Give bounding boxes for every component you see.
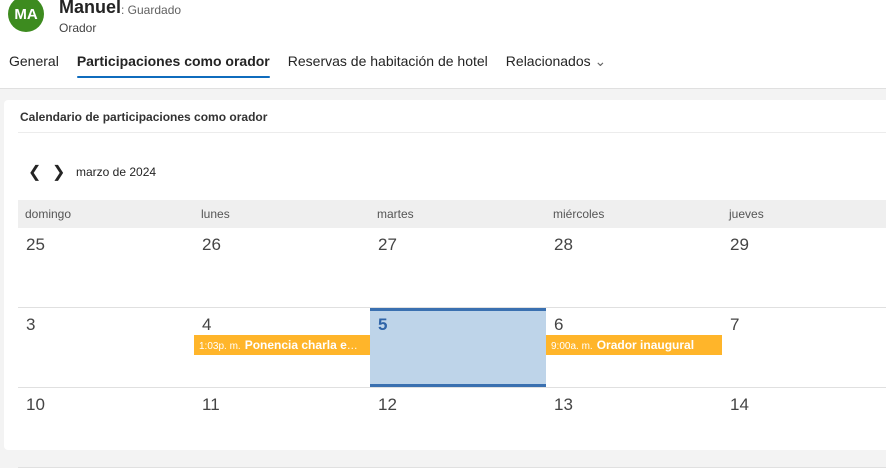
day-cell[interactable]: 26 — [194, 228, 370, 307]
event-time: 1:03p. m. — [199, 341, 241, 352]
event-time: 9:00a. m. — [551, 341, 593, 352]
weekday: miércoles — [553, 207, 605, 221]
weekday: lunes — [201, 207, 230, 221]
calendar-grid: domingo lunes martes miércoles jueves 25… — [18, 200, 886, 468]
tab-general[interactable]: General — [9, 53, 59, 78]
event-title: Ponencia charla educativa — [244, 338, 370, 352]
day-cell[interactable]: 3 — [18, 308, 194, 387]
day-cell[interactable]: 29 — [722, 228, 886, 307]
month-nav: ❮ ❯ marzo de 2024 — [28, 162, 156, 182]
save-status: : Guardado — [121, 3, 182, 17]
week-row: 10 11 12 13 14 — [18, 388, 886, 468]
day-cell[interactable]: 14 — [722, 388, 886, 467]
day-number: 7 — [730, 315, 740, 334]
divider — [18, 132, 886, 133]
weekday: domingo — [25, 207, 72, 221]
day-number: 3 — [26, 315, 36, 334]
day-cell[interactable]: 11 — [194, 388, 370, 467]
day-cell-today[interactable]: 5 — [370, 308, 546, 387]
weekday: jueves — [729, 207, 764, 221]
day-cell[interactable]: 12 — [370, 388, 546, 467]
month-label: marzo de 2024 — [76, 165, 157, 179]
chevron-down-icon: ⌄ — [594, 53, 607, 69]
chevron-left-icon[interactable]: ❮ — [28, 162, 52, 182]
record-header: MA Manuel : Guardado Orador General Part… — [0, 0, 886, 89]
tab-label: Relacionados — [505, 53, 591, 69]
day-cell[interactable]: 25 — [18, 228, 194, 307]
tab-relacionados[interactable]: Relacionados ⌄ — [506, 53, 606, 78]
day-cell[interactable]: 13 — [546, 388, 722, 467]
day-number: 6 — [554, 315, 564, 334]
chevron-right-icon[interactable]: ❯ — [52, 162, 76, 182]
weekday-header: domingo lunes martes miércoles jueves — [18, 200, 886, 228]
day-cell[interactable]: 28 — [546, 228, 722, 307]
day-number: 5 — [378, 315, 388, 334]
calendar-card: Calendario de participaciones como orado… — [4, 100, 886, 468]
calendar-event[interactable]: 9:00a. m. Orador inaugural — [546, 335, 722, 355]
day-cell[interactable]: 7 — [722, 308, 886, 387]
event-title: Orador inaugural — [596, 338, 695, 352]
card-title: Calendario de participaciones como orado… — [20, 110, 268, 124]
tab-bar: General Participaciones como orador Rese… — [0, 53, 615, 78]
day-cell[interactable]: 27 — [370, 228, 546, 307]
entity-type: Orador — [59, 21, 97, 35]
week-row: 25 26 27 28 29 — [18, 228, 886, 308]
tab-reservas[interactable]: Reservas de habitación de hotel — [288, 53, 488, 78]
week-row: 3 4 1:03p. m.Ponencia charla educativa 5… — [18, 308, 886, 388]
weekday: martes — [377, 207, 414, 221]
day-cell[interactable]: 10 — [18, 388, 194, 467]
tab-participaciones[interactable]: Participaciones como orador — [76, 53, 270, 78]
record-name: Manuel — [59, 0, 122, 17]
day-cell[interactable]: 4 1:03p. m.Ponencia charla educativa — [194, 308, 370, 387]
calendar-event[interactable]: 1:03p. m.Ponencia charla educativa — [194, 335, 370, 355]
avatar: MA — [8, 0, 44, 32]
day-cell[interactable]: 6 9:00a. m. Orador inaugural — [546, 308, 722, 387]
day-number: 4 — [202, 315, 212, 334]
